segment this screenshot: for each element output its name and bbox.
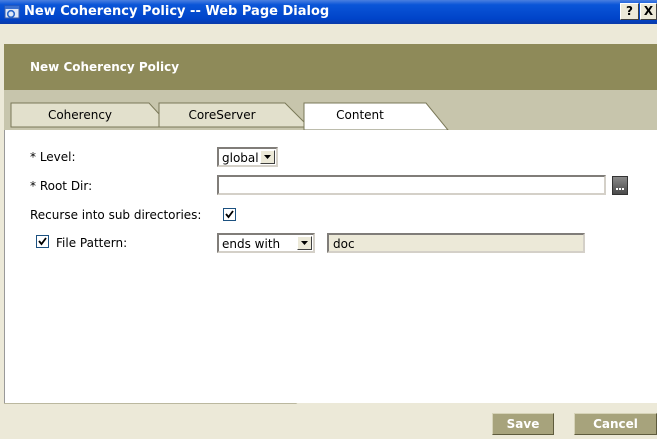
ellipsis-icon [616,188,625,190]
root-dir-input[interactable] [217,175,606,195]
level-label: * Level: [30,150,76,164]
recurse-label: Recurse into sub directories: [30,208,202,222]
dialog-header: New Coherency Policy [4,44,657,90]
level-value: global [222,151,259,165]
match-type-value: ends with [222,237,281,251]
recurse-checkbox[interactable] [223,208,236,221]
chevron-down-icon[interactable] [297,236,312,250]
file-pattern-value: doc [333,237,355,251]
cancel-button[interactable]: Cancel [574,413,657,435]
window-title: New Coherency Policy -- Web Page Dialog [24,4,330,19]
file-pattern-checkbox[interactable] [36,235,49,248]
dialog-footer [4,403,657,439]
help-button[interactable]: ? [620,3,639,20]
save-button[interactable]: Save [492,413,554,435]
window-title-bar[interactable]: New Coherency Policy -- Web Page Dialog … [0,0,657,24]
tab-coreserver-label: CoreServer [188,108,256,122]
file-pattern-label: File Pattern: [56,236,128,250]
browse-button[interactable] [612,176,628,195]
root-dir-label: * Root Dir: [30,179,93,193]
page-title: New Coherency Policy [30,60,180,74]
level-select[interactable]: global [217,147,278,167]
close-button[interactable]: X [640,3,657,20]
chevron-down-icon[interactable] [260,150,275,164]
tab-coherency[interactable]: Coherency [10,102,173,128]
browser-icon [4,4,20,20]
tab-content[interactable]: Content [303,102,450,131]
content-panel [4,130,657,416]
tab-coherency-label: Coherency [47,108,113,122]
tab-content-label: Content [336,108,384,122]
file-pattern-input[interactable]: doc [327,233,585,253]
match-type-select[interactable]: ends with [217,233,315,253]
tab-coreserver[interactable]: CoreServer [158,102,311,128]
